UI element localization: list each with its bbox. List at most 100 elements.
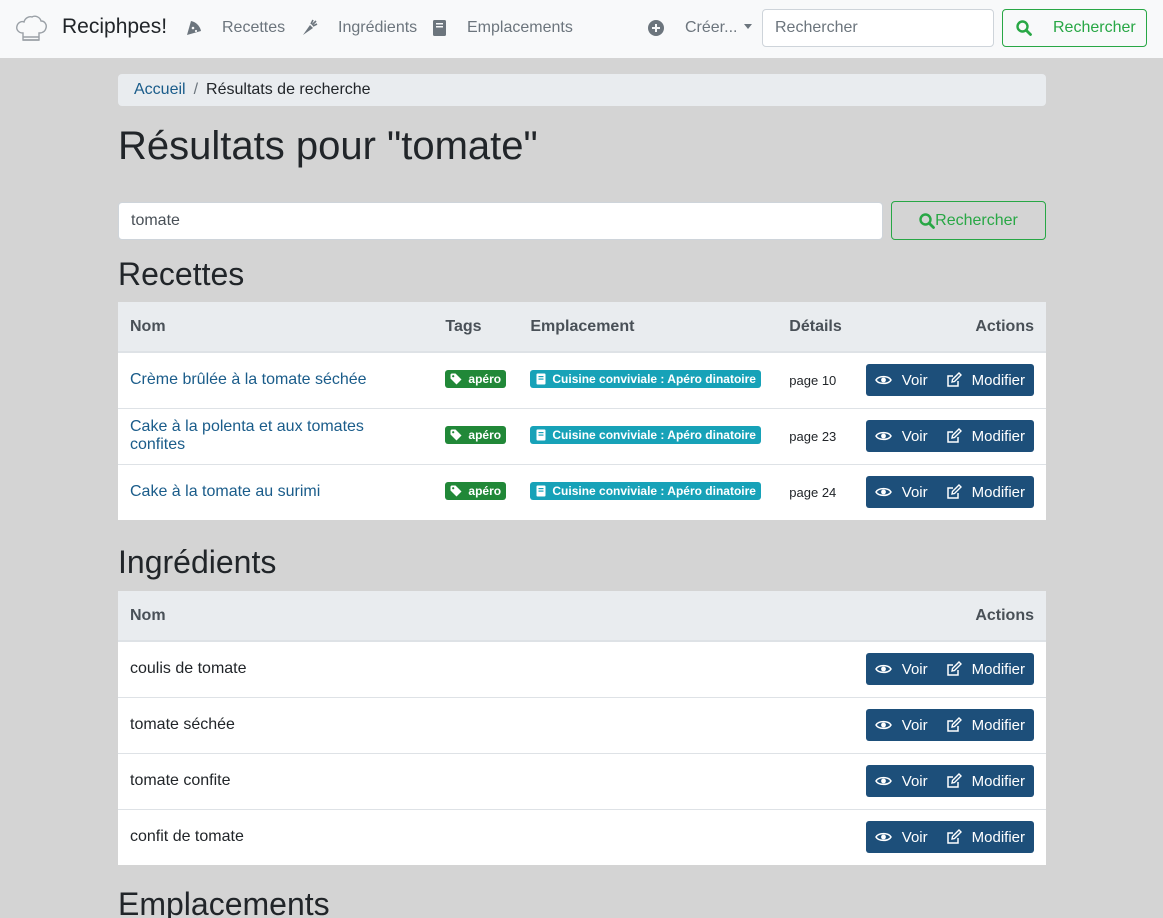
emplacement-badge[interactable]: Cuisine conviviale : Apéro dinatoire bbox=[530, 426, 761, 444]
book-icon bbox=[433, 20, 446, 36]
section-title-recettes: Recettes bbox=[118, 256, 245, 292]
book-icon bbox=[536, 485, 546, 497]
voir-button[interactable]: Voir bbox=[866, 765, 937, 797]
emplacement-badge-label: Cuisine conviviale : Apéro dinatoire bbox=[552, 372, 756, 387]
table-row: tomate confite Voir Modifier bbox=[118, 752, 1046, 809]
book-icon bbox=[536, 373, 546, 385]
tag-badge[interactable]: apéro bbox=[445, 370, 507, 389]
edit-icon bbox=[946, 829, 962, 844]
table-row: tomate séchée Voir Modifier bbox=[118, 696, 1046, 753]
modifier-button[interactable]: Modifier bbox=[937, 765, 1034, 797]
voir-button[interactable]: Voir bbox=[866, 420, 937, 452]
recipe-link[interactable]: Cake à la polenta et aux tomates confite… bbox=[130, 418, 364, 453]
actions-cell: Voir Modifier bbox=[853, 407, 1046, 464]
modifier-button[interactable]: Modifier bbox=[937, 420, 1034, 452]
ingredient-name-cell: tomate confite bbox=[118, 752, 510, 809]
search-icon bbox=[1016, 20, 1032, 36]
eye-icon bbox=[874, 776, 892, 786]
emplacement-badge-label: Cuisine conviviale : Apéro dinatoire bbox=[552, 484, 756, 499]
action-button-group: Voir Modifier bbox=[865, 709, 1034, 741]
emplacement-badge-label: Cuisine conviviale : Apéro dinatoire bbox=[552, 428, 756, 442]
table-row: confit de tomate Voir Modifier bbox=[118, 808, 1046, 865]
search-button[interactable]: Rechercher bbox=[891, 201, 1046, 240]
recipe-name-cell: Cake à la tomate au surimi bbox=[118, 463, 434, 520]
action-button-group: Voir Modifier bbox=[865, 653, 1034, 686]
section-title-emplacements: Emplacements bbox=[118, 886, 330, 918]
recettes-table: Nom Tags Emplacement Détails Actions Crè… bbox=[118, 302, 1046, 520]
voir-button[interactable]: Voir bbox=[866, 821, 937, 853]
navbar-search-button[interactable]: Rechercher bbox=[1002, 9, 1147, 47]
table-row: Cake à la polenta et aux tomates confite… bbox=[118, 407, 1046, 464]
column-header-emplacement: Emplacement bbox=[518, 302, 778, 353]
tags-cell: apéro bbox=[433, 463, 519, 520]
modifier-button-label: Modifier bbox=[971, 772, 1025, 790]
breadcrumb-home[interactable]: Accueil bbox=[134, 81, 186, 98]
voir-button[interactable]: Voir bbox=[866, 364, 937, 396]
voir-button-label: Voir bbox=[901, 828, 928, 846]
tag-badge[interactable]: apéro bbox=[445, 426, 507, 444]
search-icon bbox=[919, 212, 936, 229]
voir-button[interactable]: Voir bbox=[866, 653, 937, 685]
modifier-button-label: Modifier bbox=[971, 371, 1025, 389]
nav-link-ingredients[interactable]: Ingrédients bbox=[338, 19, 417, 37]
tag-icon bbox=[450, 485, 462, 497]
tag-icon bbox=[450, 373, 462, 385]
create-dropdown[interactable]: Créer... bbox=[685, 19, 753, 37]
emplacement-badge[interactable]: Cuisine conviviale : Apéro dinatoire bbox=[530, 370, 761, 389]
emplacement-cell: Cuisine conviviale : Apéro dinatoire bbox=[518, 352, 777, 408]
actions-cell: Voir Modifier bbox=[509, 752, 1046, 809]
modifier-button-label: Modifier bbox=[971, 828, 1025, 846]
recipe-link[interactable]: Crème brûlée à la tomate séchée bbox=[130, 371, 367, 388]
eye-icon bbox=[874, 720, 892, 730]
voir-button-label: Voir bbox=[901, 371, 928, 389]
column-header-tags: Tags bbox=[433, 302, 519, 353]
brand-name[interactable]: Reciphpes! bbox=[62, 15, 167, 39]
actions-cell: Voir Modifier bbox=[509, 808, 1046, 865]
modifier-button[interactable]: Modifier bbox=[937, 476, 1034, 508]
create-dropdown-label: Créer... bbox=[685, 19, 738, 36]
edit-icon bbox=[946, 484, 962, 499]
modifier-button[interactable]: Modifier bbox=[937, 821, 1034, 853]
navbar-search-input[interactable] bbox=[762, 9, 994, 47]
eye-icon bbox=[874, 376, 892, 385]
details-cell: page 24 bbox=[777, 463, 854, 520]
action-button-group: Voir Modifier bbox=[865, 765, 1034, 797]
voir-button[interactable]: Voir bbox=[866, 709, 937, 741]
search-input[interactable] bbox=[118, 202, 883, 240]
emplacement-cell: Cuisine conviviale : Apéro dinatoire bbox=[518, 407, 778, 464]
action-button-group: Voir Modifier bbox=[865, 420, 1034, 452]
column-header-nom: Nom bbox=[118, 302, 434, 353]
breadcrumb: Accueil / Résultats de recherche bbox=[118, 74, 1046, 106]
edit-icon bbox=[946, 773, 962, 788]
column-header-actions: Actions bbox=[853, 302, 1046, 353]
tag-badge-label: apéro bbox=[468, 428, 502, 442]
section-title-ingredients: Ingrédients bbox=[118, 544, 277, 580]
edit-icon bbox=[946, 717, 962, 732]
emplacement-badge[interactable]: Cuisine conviviale : Apéro dinatoire bbox=[530, 482, 761, 501]
modifier-button[interactable]: Modifier bbox=[937, 709, 1034, 741]
action-button-group: Voir Modifier bbox=[865, 364, 1034, 397]
modifier-button[interactable]: Modifier bbox=[937, 653, 1034, 685]
action-button-group: Voir Modifier bbox=[865, 476, 1034, 509]
nav-link-recettes[interactable]: Recettes bbox=[222, 19, 285, 37]
chef-hat-icon[interactable] bbox=[14, 13, 48, 45]
plus-circle-icon bbox=[648, 20, 664, 36]
nav-link-emplacements[interactable]: Emplacements bbox=[467, 19, 573, 37]
tag-badge[interactable]: apéro bbox=[445, 482, 507, 501]
recipe-name-cell: Crème brûlée à la tomate séchée bbox=[118, 352, 433, 408]
modifier-button[interactable]: Modifier bbox=[937, 364, 1034, 396]
actions-cell: Voir Modifier bbox=[854, 352, 1046, 408]
edit-icon bbox=[946, 428, 962, 443]
recipe-link[interactable]: Cake à la tomate au surimi bbox=[130, 483, 320, 500]
actions-cell: Voir Modifier bbox=[853, 463, 1046, 520]
caret-down-icon bbox=[744, 24, 753, 29]
search-button-label: Rechercher bbox=[935, 211, 1018, 229]
modifier-button-label: Modifier bbox=[971, 716, 1025, 734]
ingredient-name-cell: coulis de tomate bbox=[130, 660, 247, 678]
details-cell: page 23 bbox=[777, 407, 854, 464]
ingredient-name-cell: confit de tomate bbox=[118, 808, 510, 865]
recipe-name-cell: Cake à la polenta et aux tomates confite… bbox=[118, 407, 434, 464]
eye-icon bbox=[874, 488, 892, 497]
voir-button[interactable]: Voir bbox=[866, 476, 937, 508]
modifier-button-label: Modifier bbox=[971, 660, 1025, 678]
